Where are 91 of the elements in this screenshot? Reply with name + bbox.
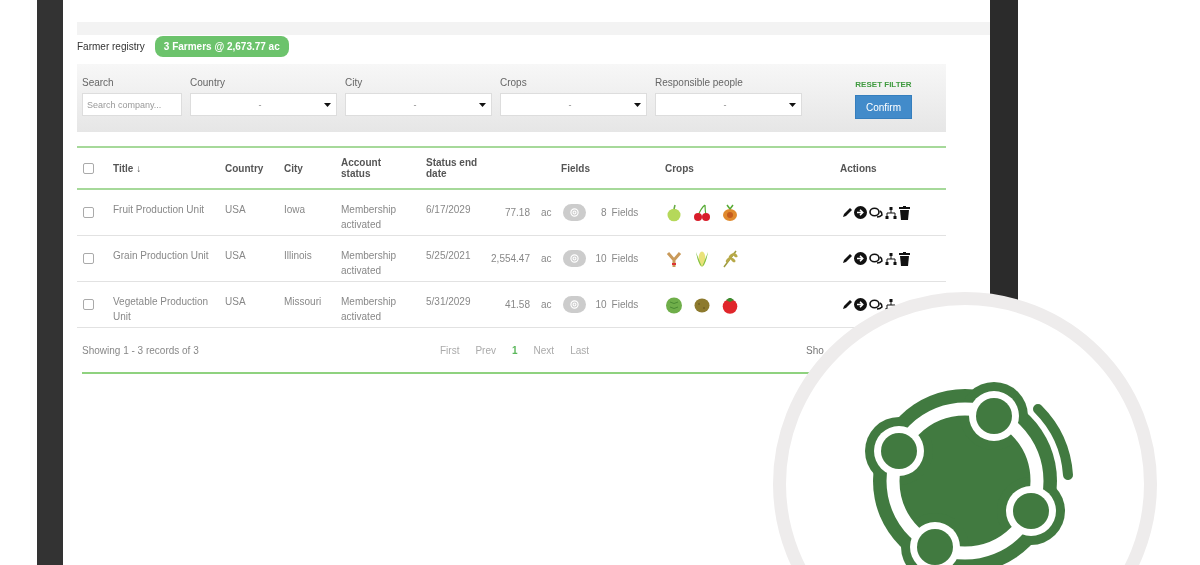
chat-icon[interactable] [869,252,883,265]
column-header: Crops [665,162,695,174]
pencil-icon[interactable] [843,208,852,217]
at-sign-icon [569,208,579,217]
grain-stalk-icon [721,249,739,268]
filter-label: City [345,77,364,89]
table-cell-text: USA [225,249,247,263]
table-cell-text: 6/17/2029 [426,203,472,217]
field-map-button[interactable] [562,250,586,267]
apple-icon [665,203,683,222]
at-sign-icon [569,254,579,263]
table-cell-text: USA [225,295,247,309]
checkbox[interactable] [83,162,94,174]
page-title: Farmer registry [77,40,145,52]
caret-icon [479,102,486,107]
summary-badge: 3 Farmers @ 2,673.77 ac [154,35,289,57]
table-cell-text: Fruit Production Unit [113,203,206,217]
trash-icon[interactable] [899,251,910,266]
column-header: Country [225,162,265,174]
unit-label: ac [541,299,552,310]
sitemap-icon[interactable] [885,206,897,219]
field-count: 10 [594,253,607,264]
pencil-icon[interactable] [843,300,852,309]
records-summary: Showing 1 - 3 records of 3 [82,344,200,356]
field-map-button[interactable] [562,204,586,221]
pagination-link[interactable]: First [432,344,468,356]
dropdown[interactable]: - [655,93,802,116]
wheat-icon [665,249,683,268]
filter-label: Search [82,77,115,89]
filter-label: Crops [500,77,528,89]
acreage-value: 77.18 [503,207,530,218]
filter-label: Country [190,77,226,89]
pencil-icon[interactable] [843,254,852,263]
arrow-circle-icon[interactable] [854,206,867,219]
trash-icon[interactable] [899,205,910,220]
caret-icon [634,102,641,107]
field-map-button[interactable] [562,296,586,313]
field-count: 10 [594,299,607,310]
arrow-circle-icon[interactable] [854,298,867,311]
table-cell-text: Vegetable Production Unit [113,295,210,324]
checkbox[interactable] [83,299,94,310]
caret-icon [324,102,331,107]
filter-label: Responsible people [655,77,744,89]
unit-label: ac [541,253,552,264]
dropdown[interactable]: - [500,93,647,116]
chat-icon[interactable] [869,298,883,311]
checkbox[interactable] [83,207,94,218]
caret-icon [789,102,796,107]
pagination-link[interactable]: Next [525,344,563,356]
table-cell-text: Membership activated [341,249,398,278]
table-cell-text: Grain Production Unit [113,249,210,263]
reset-filter-link[interactable]: RESET FILTER [855,80,912,89]
arrow-circle-icon[interactable] [854,252,867,265]
checkbox[interactable] [83,253,94,264]
column-header: Actions [840,162,878,174]
table-cell-text: Membership activated [341,295,398,324]
pagination-link[interactable]: Prev [467,344,504,356]
column-header: Account status [341,157,382,179]
tomato-icon [721,295,739,314]
unit-label: ac [541,207,552,218]
column-header: Fields [560,162,591,174]
pagination-link[interactable]: Last [562,344,598,356]
table-cell-text: USA [225,203,247,217]
table-cell-text: Membership activated [341,203,398,232]
confirm-button[interactable]: Confirm [855,95,912,119]
fields-label: Fields [611,253,639,264]
table-cell-text: Missouri [284,295,323,309]
column-header: City [284,162,304,174]
fields-label: Fields [611,299,639,310]
table-cell-text: 5/25/2021 [426,249,472,263]
column-header: Status end date [426,157,479,179]
peach-icon [721,203,739,222]
corn-icon [693,249,711,268]
field-count: 8 [600,207,607,218]
dropdown[interactable]: - [190,93,337,116]
pagination-link[interactable]: 1 [504,344,526,356]
table-cell-text: Illinois [284,249,313,263]
acreage-value: 41.58 [503,299,530,310]
dropdown[interactable]: - [345,93,492,116]
search-field[interactable]: Search company... [82,93,182,116]
at-sign-icon [569,300,579,309]
table-cell-text: 5/31/2029 [426,295,472,309]
column-header[interactable]: Title ↓ [113,162,181,174]
fields-label: Fields [611,207,639,218]
acreage-value: 2,554.47 [490,253,530,264]
sitemap-icon[interactable] [885,252,897,265]
cherry-icon [693,203,711,222]
table-cell-text: Iowa [284,203,307,217]
chat-icon[interactable] [869,206,883,219]
lettuce-icon [665,295,683,314]
page-size-label: Sho [806,344,824,356]
